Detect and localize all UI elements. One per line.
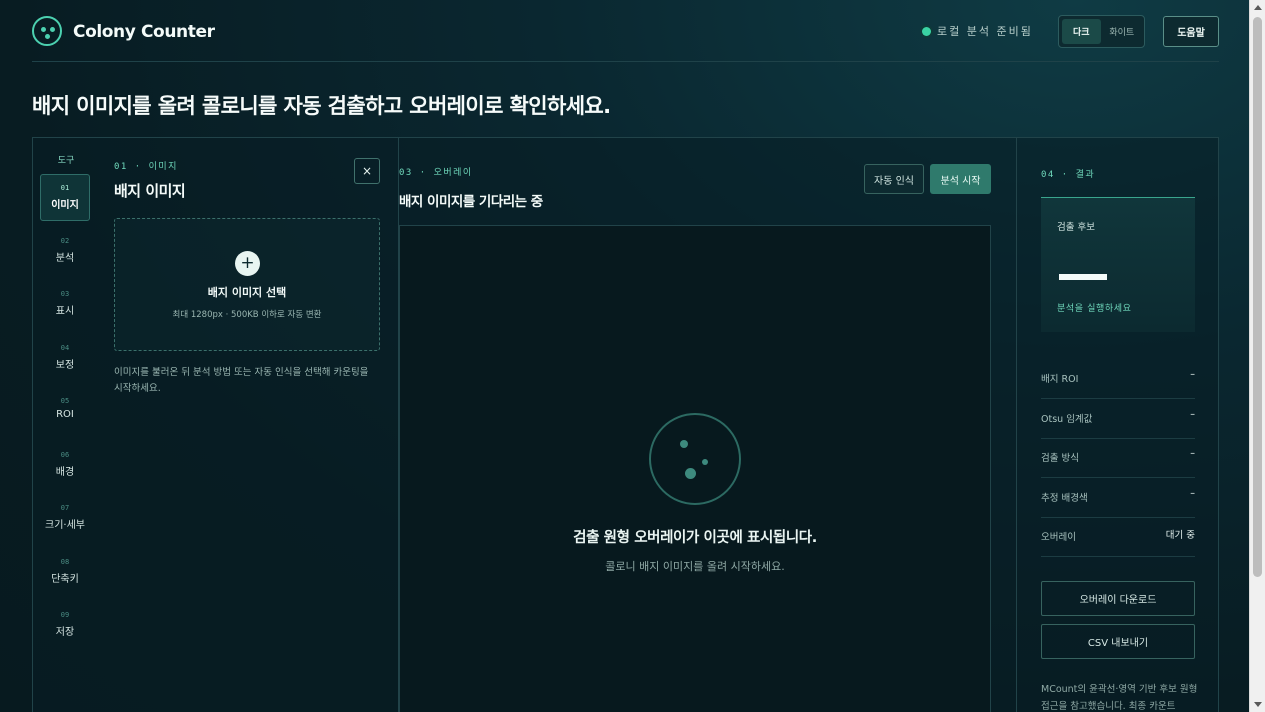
candidates-count-placeholder: [1059, 274, 1107, 280]
tool-item-9[interactable]: 09 저장: [40, 602, 90, 649]
scrollbar[interactable]: [1249, 0, 1265, 712]
result-stat-row: 추정 배경색 –: [1041, 478, 1195, 518]
image-section-label: 01 · 이미지: [114, 162, 178, 172]
export-csv-button[interactable]: CSV 내보내기: [1041, 624, 1195, 659]
stat-value: –: [1190, 369, 1195, 380]
tool-label: 분석: [55, 252, 75, 264]
result-stat-row: Otsu 임계값 –: [1041, 399, 1195, 439]
tool-label: 배경: [55, 466, 75, 478]
image-panel-title: 배지 이미지: [114, 182, 186, 200]
image-panel: 01 · 이미지 배지 이미지 × + 배지 이미지 선택 최대 1280px …: [99, 138, 399, 712]
dropzone-subtitle: 최대 1280px · 500KB 이하로 자동 변환: [172, 310, 322, 320]
overlay-canvas[interactable]: 검출 원형 오버레이가 이곳에 표시됩니다. 콜로니 배지 이미지를 올려 시작…: [399, 225, 991, 712]
empty-state-subtitle: 콜로니 배지 이미지를 올려 시작하세요.: [605, 560, 785, 573]
overlay-panel-title: 배지 이미지를 기다리는 중: [399, 194, 543, 210]
tool-label: ROI: [56, 409, 74, 420]
image-hint: 이미지를 불러온 뒤 분석 방법 또는 자동 인식을 선택해 카운팅을 시작하세…: [114, 367, 369, 394]
candidates-title: 검출 후보: [1057, 222, 1095, 233]
stat-value: 대기 중: [1165, 530, 1195, 541]
tool-label: 표시: [55, 306, 75, 317]
empty-state-title: 검출 원형 오버레이가 이곳에 표시됩니다.: [573, 530, 817, 546]
tool-item-2[interactable]: 02 분석: [40, 228, 90, 275]
tool-number: 06: [60, 450, 70, 459]
tool-label: 보정: [55, 359, 75, 371]
stat-key: 오버레이: [1041, 532, 1076, 543]
tool-label: 크기·세부: [45, 520, 85, 531]
tool-label: 저장: [55, 627, 75, 638]
results-section-label: 04 · 결과: [1041, 170, 1096, 180]
status-indicator: 로컬 분석 준비됨: [922, 23, 1033, 39]
tools-title: 도구: [57, 156, 75, 166]
image-dropzone[interactable]: + 배지 이미지 선택 최대 1280px · 500KB 이하로 자동 변환: [114, 218, 380, 351]
tool-item-1[interactable]: 01 이미지: [40, 174, 90, 221]
theme-white-button[interactable]: 화이트: [1103, 19, 1142, 44]
candidates-note: 분석을 실행하세요: [1057, 304, 1132, 314]
tool-item-5[interactable]: 05 ROI: [40, 388, 90, 435]
theme-dark-button[interactable]: 다크: [1062, 19, 1101, 44]
status-dot-icon: [922, 26, 931, 36]
tool-number: 01: [60, 184, 70, 192]
theme-toggle: 다크 화이트: [1058, 15, 1145, 48]
overlay-section-label: 03 · 오버레이: [399, 168, 473, 178]
colony-logo-icon: [32, 16, 62, 46]
stat-key: Otsu 임계값: [1041, 413, 1093, 425]
download-overlay-button[interactable]: 오버레이 다운로드: [1041, 581, 1195, 616]
scrollbar-thumb[interactable]: [1253, 17, 1262, 577]
tool-label: 단축키: [51, 573, 79, 585]
status-text: 로컬 분석 준비됨: [937, 25, 1033, 38]
stat-value: –: [1190, 487, 1195, 499]
stat-value: –: [1190, 408, 1195, 420]
tool-item-4[interactable]: 04 보정: [40, 335, 90, 382]
scroll-down-icon[interactable]: [1254, 702, 1262, 707]
tool-item-7[interactable]: 07 크기·세부: [40, 495, 90, 542]
plus-icon: +: [235, 251, 260, 276]
tool-number: 03: [60, 290, 70, 298]
overlay-panel: 03 · 오버레이 배지 이미지를 기다리는 중 자동 인식 분석 시작 검출 …: [399, 138, 1016, 712]
tool-sidebar: 도구 01 이미지 02 분석 03 표시 04 보정 05 ROI 06 배경 07 크기·세부 08 단축…: [33, 138, 99, 712]
scroll-up-icon[interactable]: [1254, 5, 1262, 10]
result-stat-row: 오버레이 대기 중: [1041, 517, 1195, 557]
tool-number: 08: [60, 557, 70, 566]
tool-item-3[interactable]: 03 표시: [40, 281, 90, 328]
stat-value: –: [1190, 448, 1195, 459]
tool-item-6[interactable]: 06 배경: [40, 442, 90, 489]
app-header: Colony Counter 로컬 분석 준비됨 다크 화이트 도움말: [32, 14, 1219, 62]
dropzone-title: 배지 이미지 선택: [207, 286, 287, 299]
stat-key: 검출 방식: [1041, 453, 1079, 464]
tool-number: 05: [60, 397, 70, 405]
tool-number: 04: [60, 343, 70, 352]
result-stat-row: 검출 방식 –: [1041, 438, 1195, 478]
start-analysis-button[interactable]: 분석 시작: [930, 164, 991, 194]
tool-label: 이미지: [51, 200, 79, 211]
colony-placeholder-icon: [649, 413, 741, 505]
auto-detect-button[interactable]: 자동 인식: [864, 164, 924, 194]
close-button[interactable]: ×: [354, 158, 380, 184]
help-button[interactable]: 도움말: [1163, 16, 1219, 47]
tool-item-8[interactable]: 08 단축키: [40, 549, 90, 596]
results-note: MCount의 윤곽선·영역 기반 후보 원형 접근을 참고했습니다. 최종 카…: [1041, 684, 1198, 712]
tool-number: 07: [60, 504, 70, 512]
workspace: 도구 01 이미지 02 분석 03 표시 04 보정 05 ROI 06 배경 07 크기·세부 08 단축…: [32, 137, 1219, 712]
page-headline: 배지 이미지를 올려 콜로니를 자동 검출하고 오버레이로 확인하세요.: [32, 94, 611, 118]
tool-number: 02: [60, 236, 70, 245]
stat-key: 배지 ROI: [1041, 374, 1079, 385]
results-panel: 04 · 결과 검출 후보 분석을 실행하세요 배지 ROI – Otsu 임계값 –…: [1016, 138, 1218, 712]
tool-number: 09: [60, 611, 70, 619]
candidates-card: 검출 후보 분석을 실행하세요: [1041, 197, 1195, 332]
app-title: Colony Counter: [73, 22, 215, 42]
result-stat-row: 배지 ROI –: [1041, 359, 1195, 399]
stat-key: 추정 배경색: [1041, 492, 1088, 504]
